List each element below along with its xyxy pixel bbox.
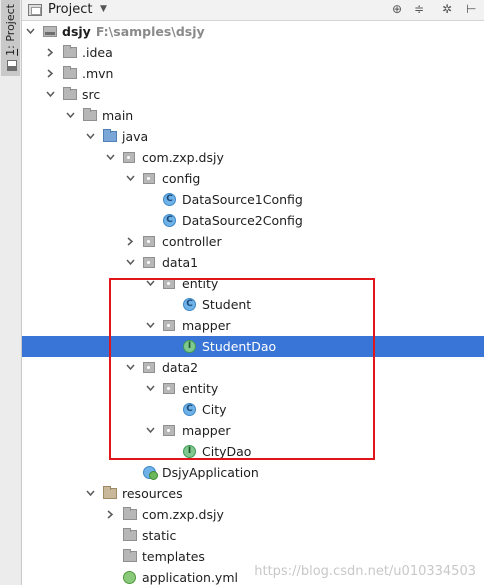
tree-item-name: java (122, 129, 149, 144)
project-view-icon (28, 4, 42, 16)
tree-item-label: .idea (82, 45, 113, 60)
tree-item-label: DsjyApplication (162, 465, 259, 480)
tree-item-name: .idea (82, 45, 113, 60)
tree-row[interactable]: C DataSource1Config (22, 189, 484, 210)
project-header: Project ▼ ⊕ ≑ ✲ ⊢ (22, 0, 484, 21)
expand-arrow-down-icon[interactable] (86, 489, 95, 497)
folder-icon (83, 108, 97, 121)
expand-arrow-down-icon[interactable] (126, 258, 135, 266)
tree-row[interactable]: dsjy F:\samples\dsjy (22, 21, 484, 42)
tree-row[interactable]: com.zxp.dsjy (22, 147, 484, 168)
package-icon (143, 257, 155, 268)
tree-row[interactable]: DsjyApplication (22, 462, 484, 483)
tree-item-name: main (102, 108, 134, 123)
tree-row[interactable]: config (22, 168, 484, 189)
resources-folder-icon (103, 486, 117, 499)
spring-boot-class-icon (143, 466, 158, 480)
tree-item-name: dsjy (62, 24, 91, 39)
tree-item-label: DataSource1Config (182, 192, 303, 207)
tree-item-name: src (82, 87, 101, 102)
yml-file-icon (123, 571, 136, 584)
folder-icon (63, 45, 77, 58)
class-icon: C (163, 193, 176, 206)
tree-row[interactable]: C DataSource2Config (22, 210, 484, 231)
tree-item-name: static (142, 528, 177, 543)
tree-item-name: .mvn (82, 66, 114, 81)
tree-item-label: config (162, 171, 200, 186)
tree-item-name: config (162, 171, 201, 186)
expand-arrow-down-icon[interactable] (126, 174, 135, 182)
tree-item-label: DataSource2Config (182, 213, 303, 228)
tree-item-label: data1 (162, 255, 198, 270)
settings-gear-icon[interactable]: ✲ (442, 2, 452, 16)
tree-row[interactable]: com.zxp.dsjy (22, 504, 484, 525)
tree-row[interactable]: java (22, 126, 484, 147)
class-icon: C (163, 214, 176, 227)
tree-item-label: static (142, 528, 176, 543)
project-path: F:\samples\dsjy (95, 24, 205, 39)
collapse-all-icon[interactable]: ≑ (414, 2, 424, 16)
expand-arrow-right-icon[interactable] (46, 69, 54, 78)
highlight-annotation-box (109, 278, 375, 460)
folder-icon (63, 66, 77, 79)
tree-item-label: com.zxp.dsjy (142, 507, 224, 522)
expand-arrow-down-icon[interactable] (86, 132, 95, 140)
tree-item-label: .mvn (82, 66, 113, 81)
expand-arrow-down-icon[interactable] (106, 153, 115, 161)
tree-item-label: templates (142, 549, 205, 564)
tree-item-label: com.zxp.dsjy (142, 150, 224, 165)
source-folder-icon (103, 129, 117, 142)
expand-arrow-right-icon[interactable] (126, 237, 134, 246)
folder-icon (123, 528, 137, 541)
tree-item-name: DataSource1Config (182, 192, 303, 207)
expand-arrow-down-icon[interactable] (26, 27, 35, 35)
package-icon (123, 152, 135, 163)
tree-item-label: dsjy F:\samples\dsjy (62, 24, 205, 39)
project-view-title[interactable]: Project (48, 2, 92, 17)
tree-item-label: controller (162, 234, 222, 249)
tree-item-label: java (122, 129, 148, 144)
expand-arrow-down-icon[interactable] (46, 90, 55, 98)
tool-window-strip: 1: Project (0, 0, 22, 585)
expand-arrow-down-icon[interactable] (66, 111, 75, 119)
tree-item-label: main (102, 108, 133, 123)
tree-item-name: DsjyApplication (162, 465, 259, 480)
project-folder-icon (43, 26, 57, 37)
tree-item-name: DataSource2Config (182, 213, 303, 228)
package-icon (143, 236, 155, 247)
tree-item-name: com.zxp.dsjy (142, 150, 224, 165)
tree-item-name: resources (122, 486, 183, 501)
project-tool-tab[interactable]: 1: Project (1, 0, 20, 76)
tree-row[interactable]: controller (22, 231, 484, 252)
tree-row[interactable]: src (22, 84, 484, 105)
watermark: https://blog.csdn.net/u010334503 (254, 564, 476, 579)
tree-item-name: templates (142, 549, 205, 564)
tree-item-name: application.yml (142, 570, 238, 585)
expand-arrow-right-icon[interactable] (106, 510, 114, 519)
tree-row[interactable]: .idea (22, 42, 484, 63)
tree-row[interactable]: data1 (22, 252, 484, 273)
package-icon (143, 173, 155, 184)
tree-row[interactable]: resources (22, 483, 484, 504)
tree-item-name: data1 (162, 255, 199, 270)
tree-row[interactable]: static (22, 525, 484, 546)
folder-icon (123, 549, 137, 562)
tree-item-label: src (82, 87, 100, 102)
hide-panel-icon[interactable]: ⊢ (466, 2, 476, 16)
tree-item-label: application.yml (142, 570, 238, 585)
folder-icon (123, 507, 137, 520)
tree-row[interactable]: .mvn (22, 63, 484, 84)
folder-icon (63, 87, 77, 100)
expand-arrow-right-icon[interactable] (46, 48, 54, 57)
tree-item-name: controller (162, 234, 222, 249)
project-tool-tab-label: 1: Project (4, 4, 17, 56)
tree-item-label: resources (122, 486, 183, 501)
locate-icon[interactable]: ⊕ (392, 2, 402, 16)
project-tab-icon (7, 60, 17, 71)
tree-item-name: com.zxp.dsjy (142, 507, 224, 522)
tree-row[interactable]: main (22, 105, 484, 126)
view-dropdown-icon[interactable]: ▼ (100, 4, 107, 14)
